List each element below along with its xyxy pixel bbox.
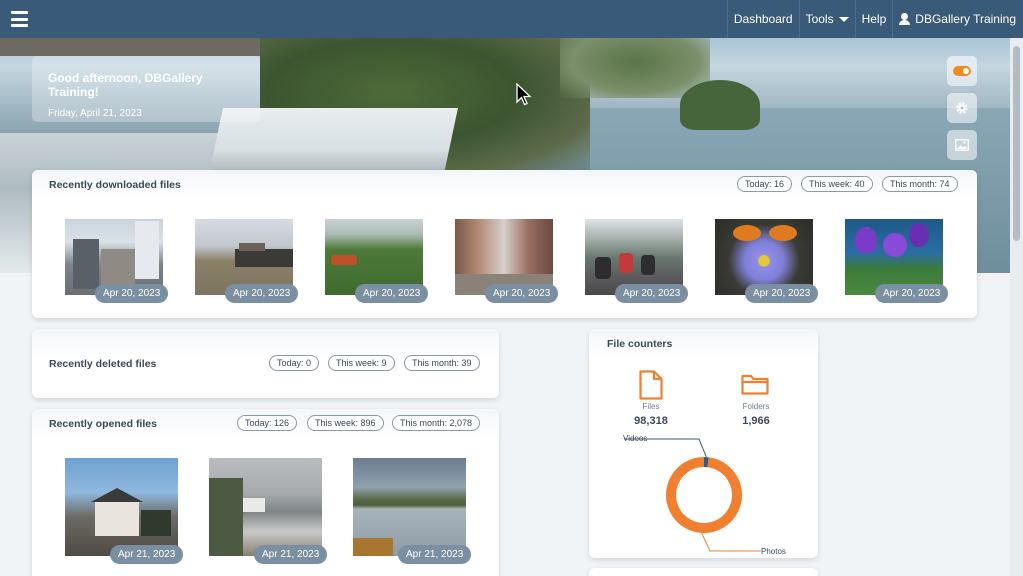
file-type-donut-chart [624,438,761,552]
page-scrollbar[interactable] [1010,38,1023,576]
nav-user-label: DBGallery Training [915,12,1016,26]
date-badge: Apr 20, 2023 [485,284,559,303]
thumbnail[interactable] [353,458,466,556]
files-count: 98,318 [634,415,668,427]
theme-toggle-button[interactable] [947,56,977,86]
card-title: Recently deleted files [49,358,157,370]
stat-today: Today: 16 [737,176,793,192]
leader-line-photos [701,532,761,552]
date-badge: Apr 21, 2023 [254,545,328,564]
stat-this-week: This week: 9 [328,355,395,371]
thumbnail[interactable] [65,458,178,556]
nav-help[interactable]: Help [854,0,893,38]
user-icon [899,13,911,25]
date-badge: Apr 20, 2023 [225,284,299,303]
recently-downloaded-card: Recently downloaded files Today: 16 This… [32,170,977,318]
folders-label: Folders [742,402,770,411]
greeting-title: Good afternoon, DBGallery Training! [48,71,203,99]
image-icon [955,139,969,151]
hero-island [680,80,760,130]
stat-this-week: This week: 40 [801,176,873,192]
nav-tools-label: Tools [805,12,834,26]
recently-deleted-card: Recently deleted files Today: 0 This wee… [32,329,499,398]
nav-tools[interactable]: Tools [798,0,855,38]
recently-opened-card: Recently opened files Today: 126 This we… [32,409,499,576]
card-title: Recently opened files [49,418,157,430]
greeting-panel: Good afternoon, DBGallery Training! Frid… [32,56,260,122]
folder-icon [741,374,769,395]
date-badge: Apr 21, 2023 [398,545,472,564]
donut-slice-photos [666,457,742,533]
stat-today: Today: 126 [237,415,298,431]
files-label: Files [642,402,660,411]
date-badge: Apr 20, 2023 [355,284,429,303]
card-title: File counters [607,338,673,350]
top-bar: Dashboard Tools Help DBGallery Training [0,0,1023,38]
thumbnail[interactable] [209,458,322,556]
card-title: Recently downloaded files [49,179,181,191]
settings-button[interactable] [947,93,977,123]
stat-this-month: This month: 39 [404,355,480,371]
file-counters-card: File counters Files 98,318 Folders 1,966… [589,329,818,558]
mouse-cursor-icon [516,83,532,106]
stat-this-month: This month: 74 [882,176,958,192]
date-badge: Apr 21, 2023 [110,545,184,564]
chart-label-videos: Videos [623,434,648,443]
stat-this-week: This week: 896 [307,415,384,431]
date-badge: Apr 20, 2023 [745,284,819,303]
hero-bridge [0,38,260,56]
next-card [589,568,818,576]
chart-label-photos: Photos [761,547,786,556]
main-nav: Dashboard Tools Help DBGallery Training [726,0,1023,38]
date-badge: Apr 20, 2023 [875,284,949,303]
change-background-button[interactable] [947,130,977,160]
nav-user[interactable]: DBGallery Training [892,0,1023,38]
date-badge: Apr 20, 2023 [95,284,169,303]
caret-down-icon [838,16,849,22]
toggle-switch-icon [953,66,971,76]
stat-today: Today: 0 [269,355,320,371]
greeting-date: Friday, April 21, 2023 [48,108,142,119]
hamburger-menu-icon[interactable] [11,11,28,27]
gear-icon [956,102,968,114]
scrollbar-thumb[interactable] [1013,46,1020,241]
nav-help-label: Help [861,12,887,26]
nav-dashboard[interactable]: Dashboard [726,0,799,38]
folders-count: 1,966 [742,415,770,427]
stat-this-month: This month: 2,078 [392,415,481,431]
date-badge: Apr 20, 2023 [615,284,689,303]
file-icon [639,370,663,400]
nav-dashboard-label: Dashboard [733,12,793,26]
